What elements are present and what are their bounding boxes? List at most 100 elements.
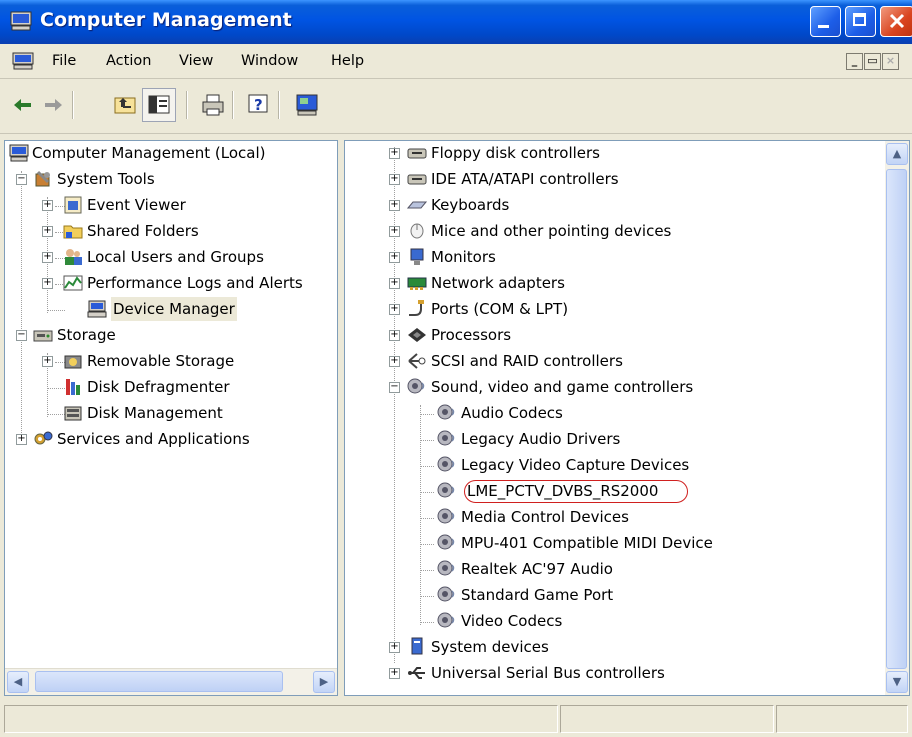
usb-icon (408, 667, 425, 679)
show-hide-tree-button[interactable] (142, 88, 176, 122)
menu-file[interactable]: File (52, 53, 76, 69)
category-label: Universal Serial Bus controllers (431, 664, 665, 682)
defragmenter-icon (66, 379, 80, 395)
back-icon[interactable] (10, 92, 36, 118)
category-label: Mice and other pointing devices (431, 222, 672, 240)
expand-expander[interactable]: + (389, 278, 400, 289)
services-icon (34, 431, 53, 445)
menu-window[interactable]: Window (241, 53, 298, 69)
toolbar-separator (278, 91, 280, 119)
menu-view[interactable]: View (179, 53, 213, 69)
expand-expander[interactable]: + (42, 252, 53, 263)
expand-expander[interactable]: + (42, 200, 53, 211)
category-label: Sound, video and game controllers (431, 378, 694, 396)
device-list-pane[interactable]: + Floppy disk controllers + IDE ATA/ATAP… (344, 140, 910, 696)
show-hide-tree-icon (148, 95, 170, 114)
expand-expander[interactable]: + (389, 330, 400, 341)
category-label: Network adapters (431, 274, 565, 292)
vertical-scrollbar[interactable]: ▲ ▼ (885, 141, 909, 695)
device-manager-icon (87, 300, 107, 318)
processor-icon (408, 328, 426, 342)
sound-icon (407, 378, 425, 394)
computer-management-icon (10, 11, 32, 31)
console-menu-icon[interactable] (12, 52, 34, 70)
tree-item-label: Disk Management (87, 404, 223, 422)
expand-expander[interactable]: + (389, 304, 400, 315)
disk-management-icon (64, 406, 82, 421)
mouse-icon (410, 223, 424, 239)
removable-storage-icon (64, 355, 82, 369)
tree-item-label: Shared Folders (87, 222, 199, 240)
collapse-expander[interactable]: − (389, 382, 400, 393)
tree-item-label: Event Viewer (87, 196, 186, 214)
tree-item-label: Storage (57, 326, 116, 344)
expand-expander[interactable]: + (42, 278, 53, 289)
scroll-thumb[interactable] (35, 671, 283, 692)
scroll-up-button[interactable]: ▲ (886, 143, 908, 165)
device-label: Realtek AC'97 Audio (461, 560, 613, 578)
console-icon[interactable] (294, 92, 320, 118)
scroll-left-button[interactable]: ◀ (7, 671, 29, 693)
expand-expander[interactable]: + (42, 356, 53, 367)
tree-item-label: Services and Applications (57, 430, 250, 448)
help-icon[interactable]: ? (246, 92, 272, 118)
scroll-down-button[interactable]: ▼ (886, 671, 908, 693)
expand-expander[interactable]: + (389, 356, 400, 367)
category-label: Monitors (431, 248, 496, 266)
up-one-level-icon[interactable] (112, 92, 138, 118)
tree-item-label: Device Manager (111, 297, 237, 321)
mdi-restore-button[interactable]: ▭ (864, 53, 881, 70)
expand-expander[interactable]: + (389, 226, 400, 237)
tree-item-label: Performance Logs and Alerts (87, 274, 303, 292)
device-label: Legacy Video Capture Devices (461, 456, 690, 474)
floppy-controller-icon (407, 148, 427, 159)
print-icon[interactable] (200, 92, 226, 118)
mdi-close-button[interactable]: × (882, 53, 899, 70)
expand-expander[interactable]: + (389, 642, 400, 653)
close-icon (889, 13, 905, 29)
category-label: System devices (431, 638, 549, 656)
status-bar (0, 700, 912, 737)
toolbar-separator (186, 91, 188, 119)
toolbar-separator (232, 91, 234, 119)
system-devices-icon (411, 637, 423, 655)
expand-expander[interactable]: + (389, 200, 400, 211)
title-bar[interactable]: Computer Management (0, 0, 912, 44)
maximize-button[interactable] (845, 6, 876, 37)
expand-expander[interactable]: + (389, 148, 400, 159)
menu-action[interactable]: Action (106, 53, 151, 69)
close-button[interactable] (880, 6, 912, 37)
toolbar: ? (0, 79, 912, 134)
computer-management-window: Computer Management File Action View Win… (0, 0, 912, 737)
sound-device-icon (437, 482, 455, 498)
menu-help[interactable]: Help (331, 53, 364, 69)
console-tree-pane[interactable]: Computer Management (Local) − System Too… (4, 140, 338, 696)
menu-bar: File Action View Window Help _ ▭ × (0, 44, 912, 79)
collapse-expander[interactable]: − (16, 174, 27, 185)
sound-device-icon (437, 560, 455, 576)
system-tools-icon (35, 170, 50, 187)
sound-device-icon (437, 586, 455, 602)
forward-icon[interactable] (40, 92, 66, 118)
tree-item-label: System Tools (57, 170, 155, 188)
expand-expander[interactable]: + (389, 668, 400, 679)
minimize-button[interactable] (810, 6, 841, 37)
expand-expander[interactable]: + (42, 226, 53, 237)
network-adapter-icon (407, 277, 427, 290)
expand-expander[interactable]: + (16, 434, 27, 445)
category-label: Floppy disk controllers (431, 144, 600, 162)
expand-expander[interactable]: + (389, 252, 400, 263)
scroll-thumb[interactable] (886, 169, 907, 669)
minimize-icon (818, 25, 829, 28)
mdi-minimize-button[interactable]: _ (846, 53, 863, 70)
device-label: Video Codecs (461, 612, 563, 630)
device-label: Legacy Audio Drivers (461, 430, 621, 448)
sound-device-icon (437, 508, 455, 524)
toolbar-separator (72, 91, 74, 119)
scroll-right-button[interactable]: ▶ (313, 671, 335, 693)
collapse-expander[interactable]: − (16, 330, 27, 341)
expand-expander[interactable]: + (389, 174, 400, 185)
horizontal-scrollbar[interactable]: ◀ ▶ (5, 668, 337, 695)
tree-item-label: Computer Management (Local) (32, 144, 266, 162)
device-label: MPU-401 Compatible MIDI Device (461, 534, 713, 552)
